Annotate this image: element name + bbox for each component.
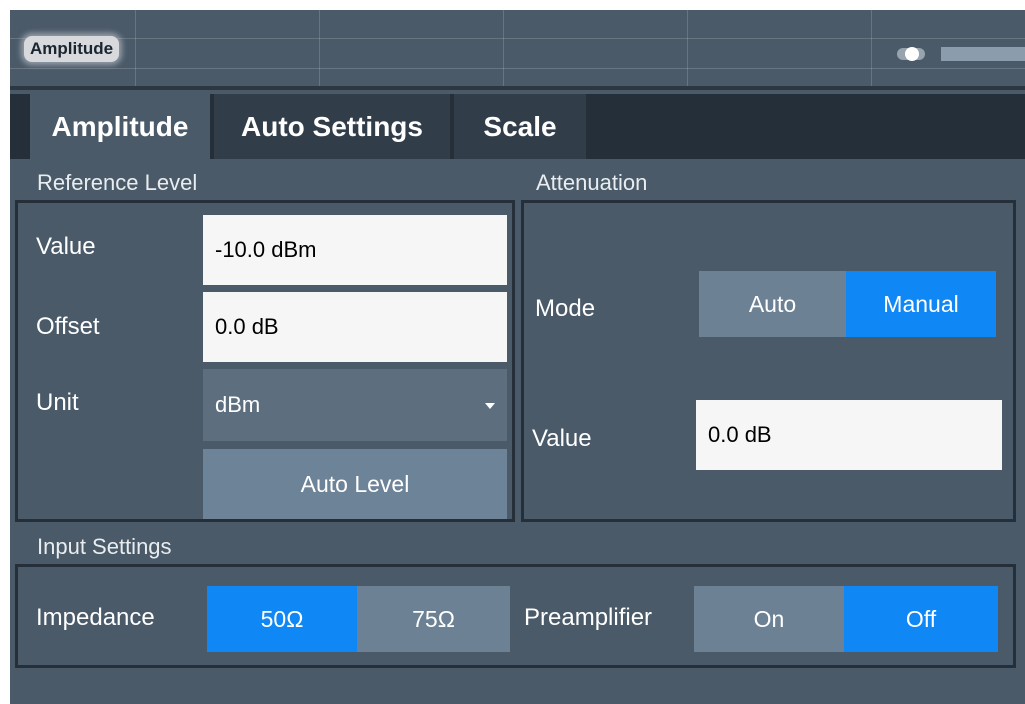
impedance-75-button[interactable]: 75Ω — [357, 586, 510, 652]
att-value-input[interactable]: 0.0 dB — [696, 400, 1002, 470]
ref-offset-label: Offset — [36, 313, 100, 340]
preamplifier-on-button[interactable]: On — [694, 586, 844, 652]
chevron-down-icon — [485, 403, 495, 409]
ref-unit-dropdown[interactable]: dBm — [203, 369, 507, 441]
attenuation-heading: Attenuation — [536, 170, 648, 195]
tab-auto-settings[interactable]: Auto Settings — [214, 94, 450, 159]
ref-offset-input[interactable]: 0.0 dB — [203, 292, 507, 362]
att-value-label: Value — [532, 425, 592, 452]
minimize-bar-icon[interactable] — [941, 47, 1025, 61]
amplitude-dialog: Amplitude Auto Settings Scale Reference … — [10, 86, 1025, 704]
title-bar: Amplitude — [10, 10, 1025, 86]
tab-scale[interactable]: Scale — [454, 94, 586, 159]
input-settings-group: Impedance 50Ω 75Ω Preamplifier On Off — [15, 564, 1016, 668]
tab-bar: Amplitude Auto Settings Scale — [10, 94, 1025, 159]
window-title: Amplitude — [24, 36, 120, 62]
ref-value-input[interactable]: -10.0 dBm — [203, 215, 507, 285]
impedance-label: Impedance — [36, 604, 155, 631]
preamplifier-off-button[interactable]: Off — [844, 586, 998, 652]
att-mode-auto-button[interactable]: Auto — [699, 271, 846, 337]
ref-value-label: Value — [36, 233, 96, 260]
ref-unit-value: dBm — [215, 392, 261, 417]
att-mode-label: Mode — [535, 295, 596, 322]
reference-level-group: Value -10.0 dBm Offset 0.0 dB Unit dBm A… — [15, 200, 515, 522]
attenuation-group: Mode Auto Manual Value 0.0 dB — [521, 200, 1016, 522]
preamplifier-label: Preamplifier — [524, 604, 653, 631]
impedance-50-button[interactable]: 50Ω — [207, 586, 357, 652]
input-settings-heading: Input Settings — [37, 534, 172, 559]
tab-amplitude[interactable]: Amplitude — [30, 94, 210, 159]
ref-unit-label: Unit — [36, 389, 79, 416]
auto-level-button[interactable]: Auto Level — [203, 449, 507, 519]
reference-level-heading: Reference Level — [37, 170, 198, 195]
title-bar-grid — [10, 10, 1025, 86]
toggle-knob — [905, 47, 919, 61]
att-mode-manual-button[interactable]: Manual — [846, 271, 996, 337]
toggle-icon[interactable] — [897, 47, 925, 61]
